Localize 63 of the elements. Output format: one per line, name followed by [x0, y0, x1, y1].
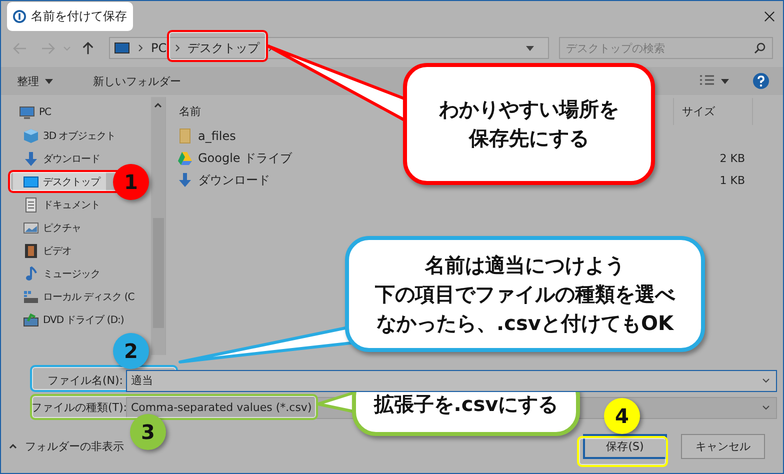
- up-arrow-icon[interactable]: [81, 42, 95, 54]
- sidebar-item[interactable]: ビデオ: [13, 239, 78, 262]
- search-icon: [754, 42, 766, 54]
- sidebar-item[interactable]: ミュージック: [13, 262, 106, 285]
- address-bar[interactable]: PC デスクトップ: [109, 37, 549, 59]
- film-icon: [23, 242, 39, 258]
- dvd-drive-icon: [23, 312, 39, 328]
- caret-icon: [45, 78, 53, 84]
- sidebar-item[interactable]: ドキュメント: [13, 193, 106, 216]
- callout-text: 名前は適当につけよう: [425, 252, 625, 278]
- callout-text: わかりやすい場所を: [439, 96, 619, 123]
- sidebar-item[interactable]: ピクチャ: [13, 216, 87, 239]
- scroll-up-icon[interactable]: [154, 103, 162, 108]
- breadcrumb[interactable]: PC: [151, 41, 167, 55]
- callout-text: 下の項目でファイルの種類を選べ: [375, 280, 675, 308]
- desktop-icon: [23, 174, 39, 190]
- file-name-field[interactable]: 適当: [126, 370, 777, 392]
- breadcrumb[interactable]: デスクトップ: [188, 40, 260, 56]
- hide-folders-button[interactable]: フォルダーの非表示: [9, 439, 124, 454]
- view-options-icon[interactable]: [699, 75, 715, 87]
- caret-up-icon: [9, 444, 17, 449]
- down-arrow-icon: [177, 172, 193, 188]
- file-size: 1 KB: [720, 174, 745, 186]
- file-item[interactable]: Google ドライブ: [177, 150, 292, 166]
- callout-text: 保存先にする: [469, 125, 589, 152]
- file-item[interactable]: a_files: [177, 128, 236, 144]
- caret-icon[interactable]: [721, 78, 729, 84]
- app-icon: [13, 10, 26, 22]
- callout-text: 拡張子を.csvにする: [374, 390, 558, 418]
- field-label: ファイルの種類(T):: [31, 400, 126, 415]
- sidebar-item[interactable]: ローカル ディスク (C: [13, 285, 140, 308]
- scrollbar-thumb[interactable]: [152, 218, 164, 328]
- document-icon: [23, 196, 39, 212]
- window-title: 名前を付けて保存: [31, 8, 127, 24]
- help-icon[interactable]: [753, 73, 769, 89]
- folder-icon: [177, 128, 193, 144]
- computer-icon: [19, 104, 35, 120]
- dropdown-caret-icon: [762, 405, 770, 410]
- music-note-icon: [23, 266, 39, 282]
- picture-icon: [23, 220, 39, 236]
- dropdown-caret-icon[interactable]: [526, 46, 534, 50]
- column-header[interactable]: サイズ: [673, 98, 753, 124]
- sidebar-item[interactable]: PC: [11, 101, 58, 124]
- cancel-button[interactable]: キャンセル: [681, 434, 765, 459]
- new-folder-button[interactable]: 新しいフォルダー: [93, 72, 187, 90]
- sidebar-item[interactable]: 3D オブジェクト: [13, 124, 122, 147]
- desktop-icon: [114, 40, 130, 56]
- sidebar-item[interactable]: ダウンロード: [13, 147, 106, 170]
- drive-icon: [23, 288, 39, 304]
- field-label: ファイル名(N):: [46, 373, 124, 388]
- file-size: 2 KB: [720, 152, 745, 164]
- callout-text: なかったら、.csvと付けてもOK: [376, 310, 674, 336]
- cube-icon: [23, 128, 39, 144]
- column-header[interactable]: 名前: [179, 104, 201, 118]
- file-item[interactable]: ダウンロード: [177, 172, 270, 188]
- sidebar-item[interactable]: DVD ドライブ (D:): [13, 308, 130, 331]
- close-icon[interactable]: [764, 10, 775, 22]
- organize-button[interactable]: 整理: [17, 72, 65, 90]
- down-arrow-icon: [23, 150, 39, 166]
- dropdown-caret-icon[interactable]: [762, 378, 770, 383]
- triangle-logo-icon: [177, 150, 193, 166]
- scrollbar[interactable]: [151, 97, 165, 355]
- save-button[interactable]: 保存(S): [583, 434, 667, 459]
